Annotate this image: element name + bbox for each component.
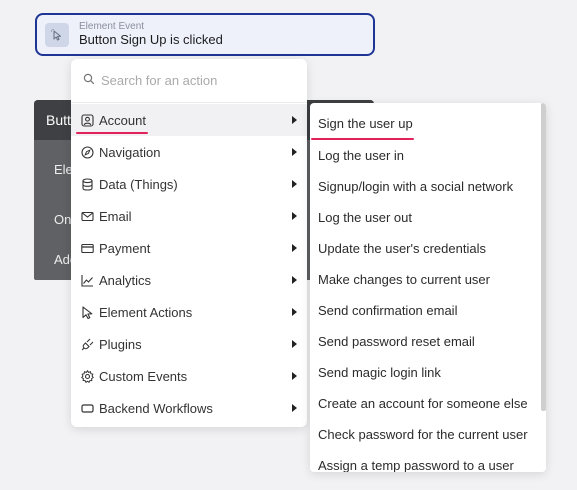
chevron-right-icon	[292, 404, 297, 412]
chevron-right-icon	[292, 276, 297, 284]
credit-card-icon	[80, 241, 94, 255]
menu-item-label: Payment	[99, 240, 151, 256]
submenu-item[interactable]: Check password for the current user	[310, 419, 546, 450]
chevron-right-icon	[292, 372, 297, 380]
action-category-menu: Account Navigation Data (Things) Email	[71, 59, 307, 427]
gear-icon	[80, 369, 94, 383]
submenu-item[interactable]: Signup/login with a social network	[310, 171, 546, 202]
submenu-item[interactable]: Make changes to current user	[310, 264, 546, 295]
menu-item-label: Email	[99, 208, 132, 224]
menu-item-label: Account	[99, 112, 146, 128]
plug-icon	[80, 337, 94, 351]
submenu-scrollbar[interactable]	[541, 103, 546, 411]
event-name: Button Sign Up is clicked	[79, 32, 223, 48]
menu-item-label: Navigation	[99, 144, 161, 160]
chevron-right-icon	[292, 340, 297, 348]
mail-icon	[80, 209, 94, 223]
submenu-item[interactable]: Send password reset email	[310, 326, 546, 357]
submenu-item[interactable]: Assign a temp password to a user	[310, 450, 546, 472]
search-input[interactable]	[101, 73, 291, 88]
user-icon	[80, 113, 94, 127]
chevron-right-icon	[292, 244, 297, 252]
event-header[interactable]: Element Event Button Sign Up is clicked	[35, 13, 375, 56]
event-type-label: Element Event	[79, 21, 145, 33]
submenu-item[interactable]: Sign the user up	[310, 103, 546, 140]
cursor-click-icon	[45, 22, 69, 47]
menu-item-navigation[interactable]: Navigation	[71, 136, 307, 168]
menu-item-label: Data (Things)	[99, 176, 178, 192]
chevron-right-icon	[292, 148, 297, 156]
compass-icon	[80, 145, 94, 159]
menu-item-label: Backend Workflows	[99, 400, 213, 416]
menu-item-plugins[interactable]: Plugins	[71, 328, 307, 360]
submenu-item[interactable]: Create an account for someone else	[310, 388, 546, 419]
submenu-item[interactable]: Send magic login link	[310, 357, 546, 388]
database-icon	[80, 177, 94, 191]
menu-item-email[interactable]: Email	[71, 200, 307, 232]
submenu-item[interactable]: Update the user's credentials	[310, 233, 546, 264]
submenu-item[interactable]: Log the user in	[310, 140, 546, 171]
submenu-item[interactable]: Send confirmation email	[310, 295, 546, 326]
menu-item-payment[interactable]: Payment	[71, 232, 307, 264]
menu-item-label: Analytics	[99, 272, 152, 288]
submenu-item[interactable]: Log the user out	[310, 202, 546, 233]
search-icon	[83, 72, 95, 90]
pointer-icon	[80, 305, 94, 319]
chevron-right-icon	[292, 308, 297, 316]
account-highlight-underline	[76, 132, 148, 134]
action-search	[71, 59, 307, 103]
account-actions-submenu: Sign the user up Log the user in Signup/…	[310, 103, 546, 472]
chevron-right-icon	[292, 116, 297, 124]
server-icon	[80, 401, 94, 415]
panel-row-label: Ele	[54, 162, 73, 177]
chevron-right-icon	[292, 212, 297, 220]
menu-item-label: Element Actions	[99, 304, 193, 320]
menu-item-custom-events[interactable]: Custom Events	[71, 360, 307, 392]
menu-item-element-actions[interactable]: Element Actions	[71, 296, 307, 328]
chevron-right-icon	[292, 180, 297, 188]
menu-item-label: Custom Events	[99, 368, 188, 384]
menu-item-analytics[interactable]: Analytics	[71, 264, 307, 296]
panel-row-label: On	[54, 212, 72, 227]
sign-up-highlight-underline	[311, 138, 414, 140]
chart-line-icon	[80, 273, 94, 287]
menu-item-label: Plugins	[99, 336, 142, 352]
menu-item-backend-workflows[interactable]: Backend Workflows	[71, 392, 307, 424]
menu-item-data-things[interactable]: Data (Things)	[71, 168, 307, 200]
